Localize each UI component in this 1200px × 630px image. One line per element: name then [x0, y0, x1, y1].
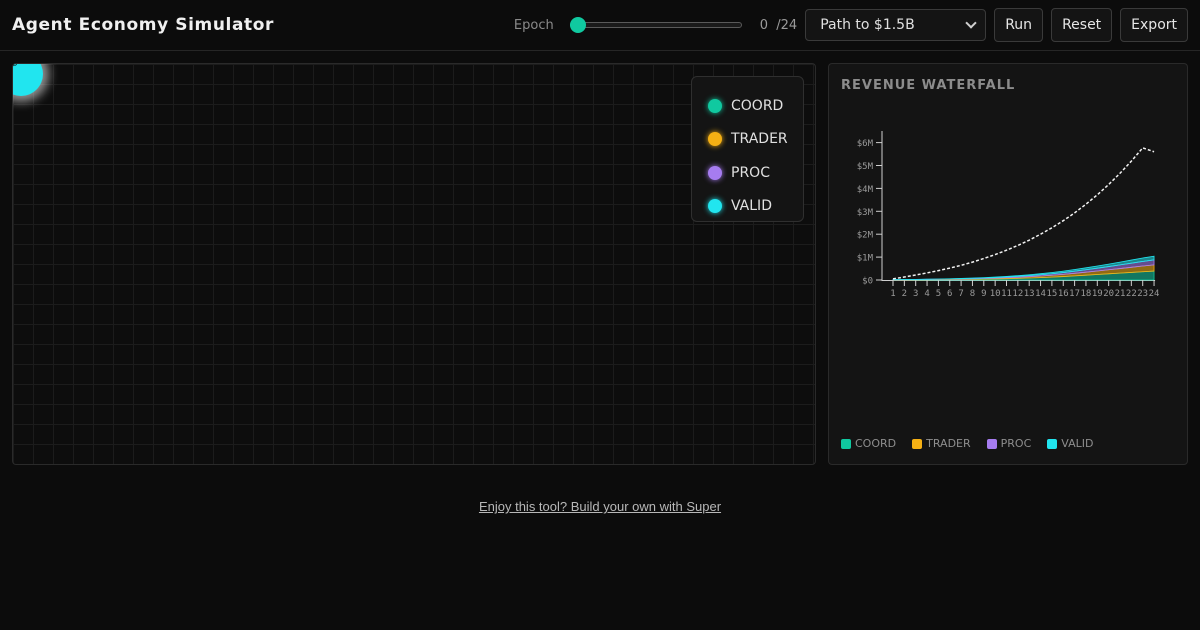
- slider-thumb[interactable]: [569, 17, 586, 33]
- y-tick-label: $3M: [857, 208, 874, 218]
- chart-legend: COORD TRADER PROC VALID: [841, 437, 1093, 450]
- x-tick-label: 1: [890, 289, 895, 299]
- coord-swatch-icon: [841, 438, 851, 449]
- x-tick-label: 17: [1069, 289, 1080, 299]
- valid-dot-icon: [708, 199, 722, 214]
- trader-dot-icon: [708, 132, 722, 147]
- app-title: Agent Economy Simulator: [12, 15, 275, 35]
- x-tick-label: 19: [1092, 289, 1103, 299]
- x-tick-label: 2: [902, 289, 907, 299]
- valid-swatch-icon: [1047, 438, 1058, 449]
- x-tick-label: 6: [947, 289, 952, 299]
- x-tick-label: 20: [1103, 289, 1114, 299]
- toolbar: Epoch 0 /24 Path to $1.5B Run Reset Expo…: [514, 8, 1188, 42]
- x-tick-label: 9: [981, 289, 986, 299]
- legend-label: PROC: [731, 164, 770, 181]
- legend-item-valid: VALID: [708, 190, 803, 224]
- x-tick-label: 13: [1024, 289, 1035, 299]
- x-tick-label: 12: [1012, 289, 1023, 299]
- x-tick-label: 11: [1001, 289, 1012, 299]
- epoch-total: /24: [776, 17, 798, 33]
- legend-item-trader: TRADER: [708, 123, 803, 157]
- x-tick-label: 10: [990, 289, 1001, 299]
- legend-label: TRADER: [731, 131, 788, 148]
- agent-type-legend: COORD TRADER PROC VALID: [691, 76, 804, 222]
- x-tick-label: 15: [1046, 289, 1057, 299]
- trader-swatch-icon: [912, 438, 923, 449]
- y-tick-label: $4M: [857, 185, 874, 195]
- y-tick-label: $6M: [857, 139, 874, 149]
- build-with-super-link[interactable]: Enjoy this tool? Build your own with Sup…: [479, 499, 721, 514]
- revenue-chart: $0$1M$2M$3M$4M$5M$6M1 2 3 4 5 6 7 8 9 10 11 12 13 14 1…: [857, 131, 1160, 299]
- epoch-label: Epoch: [513, 17, 554, 33]
- x-tick-label: 24: [1149, 289, 1160, 299]
- export-button[interactable]: Export: [1120, 8, 1188, 42]
- revenue-waterfall-panel: REVENUE WATERFALL $0 $1M $2M $3M $4M $5M $6M 1 2…: [828, 63, 1188, 465]
- chart-legend-label: TRADER: [926, 437, 971, 450]
- legend-label: VALID: [731, 198, 772, 215]
- x-tick-label: 5: [936, 289, 941, 299]
- y-tick-label: $0: [862, 277, 873, 287]
- scenario-selected-value: Path to $1.5B: [820, 17, 915, 33]
- legend-item-proc: PROC: [708, 156, 803, 190]
- y-tick-label: $2M: [857, 231, 874, 241]
- chart-legend-label: VALID: [1061, 437, 1094, 450]
- chart-legend-coord: COORD: [841, 437, 896, 450]
- scenario-select[interactable]: Path to $1.5B: [805, 9, 987, 41]
- chart-legend-trader: TRADER: [912, 437, 971, 450]
- x-tick-label: 7: [958, 289, 963, 299]
- x-tick-label: 14: [1035, 289, 1046, 299]
- x-tick-label: 21: [1115, 289, 1126, 299]
- run-button[interactable]: Run: [994, 8, 1044, 42]
- epoch-slider[interactable]: [569, 17, 742, 33]
- legend-item-coord: COORD: [708, 89, 803, 123]
- proc-swatch-icon: [986, 438, 997, 449]
- proc-dot-icon: [708, 165, 722, 180]
- epoch-readout: 0 /24: [760, 18, 797, 33]
- slider-track: [569, 22, 742, 28]
- y-tick-label: $5M: [857, 162, 874, 172]
- coord-dot-icon: [708, 98, 722, 113]
- projection-dashed-line: [892, 146, 1155, 280]
- agent-node-label: ID: [13, 64, 18, 68]
- chart-legend-valid: VALID: [1047, 437, 1093, 450]
- x-tick-label: 16: [1058, 289, 1069, 299]
- x-tick-label: 22: [1126, 289, 1137, 299]
- x-tick-label: 3: [913, 289, 918, 299]
- reset-button[interactable]: Reset: [1051, 8, 1113, 42]
- footer: Enjoy this tool? Build your own with Sup…: [0, 496, 1200, 515]
- x-tick-label: 23: [1137, 289, 1148, 299]
- y-tick-label: $1M: [857, 254, 874, 264]
- epoch-value: 0: [759, 17, 769, 33]
- chevron-down-icon: [965, 17, 977, 29]
- network-canvas[interactable]: ID COORD TRADER PROC VALID: [12, 63, 816, 465]
- chart-legend-label: COORD: [855, 437, 897, 450]
- chart-legend-label: PROC: [1000, 437, 1032, 450]
- x-tick-label: 18: [1081, 289, 1092, 299]
- x-tick-label: 8: [970, 289, 975, 299]
- top-bar: Agent Economy Simulator Epoch 0 /24 Path…: [0, 0, 1200, 51]
- legend-label: COORD: [731, 97, 784, 114]
- x-tick-label: 4: [924, 289, 929, 299]
- agent-node[interactable]: ID: [13, 64, 43, 96]
- chart-legend-proc: PROC: [986, 437, 1032, 450]
